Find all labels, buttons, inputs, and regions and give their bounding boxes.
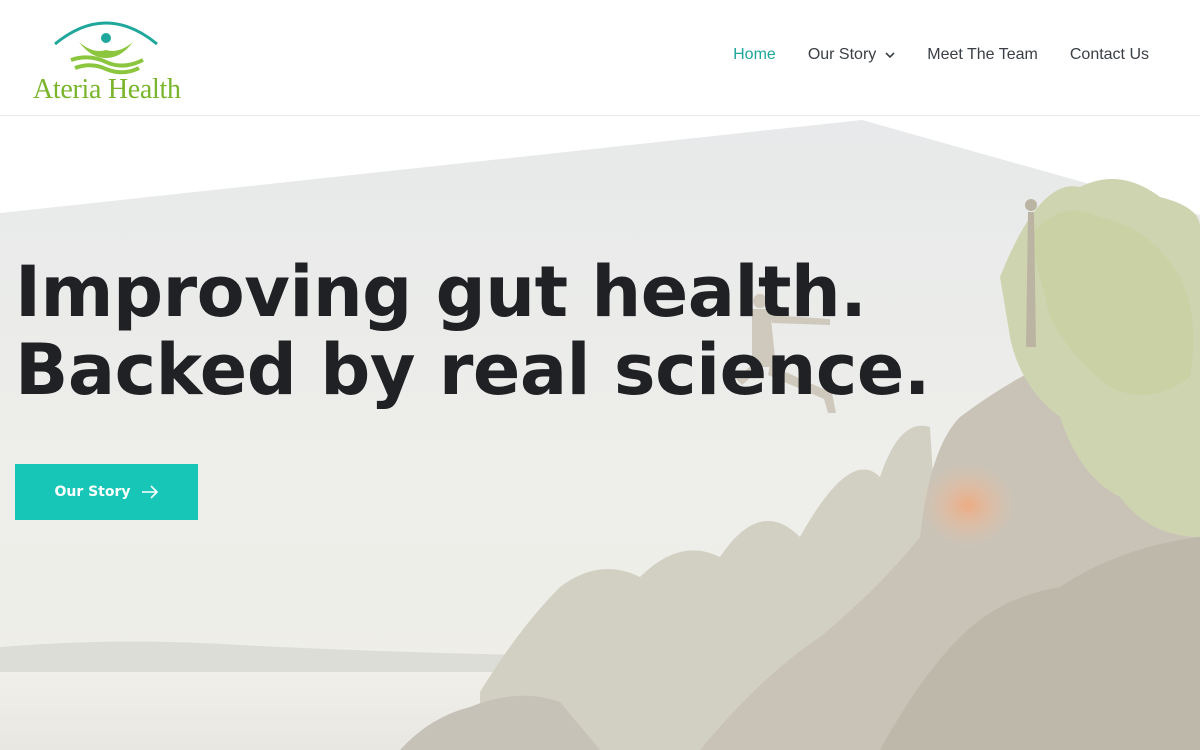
logo-wordmark: Ateria Health [33,74,181,105]
nav-item-meet-the-team[interactable]: Meet The Team [927,46,1038,64]
our-story-button[interactable]: Our Story [15,464,198,520]
main-nav: Home Our Story Meet The Team Contact Us [701,46,1149,64]
our-story-button-label: Our Story [54,484,131,500]
site-header: Ateria Health Home Our Story Meet The Te… [0,0,1200,116]
nav-item-contact-us[interactable]: Contact Us [1070,46,1149,64]
hero-background-image [0,117,1200,750]
nav-item-home-label: Home [733,46,776,63]
hero-headline: Improving gut health. Backed by real sci… [15,253,930,409]
logo-emblem-icon [54,21,158,75]
nav-item-our-story[interactable]: Our Story [808,46,895,64]
nav-item-home[interactable]: Home [733,46,776,64]
hero-section: Improving gut health. Backed by real sci… [0,117,1200,750]
ateria-health-logo[interactable]: Ateria Health [33,14,183,105]
arrow-right-icon [141,485,158,499]
nav-item-meet-the-team-label: Meet The Team [927,46,1038,63]
hero-headline-line-2: Backed by real science. [15,329,930,411]
hero-headline-line-1: Improving gut health. [15,251,867,333]
chevron-down-icon[interactable] [885,50,895,60]
nav-item-our-story-label: Our Story [807,46,877,63]
nav-item-contact-us-label: Contact Us [1069,46,1149,63]
